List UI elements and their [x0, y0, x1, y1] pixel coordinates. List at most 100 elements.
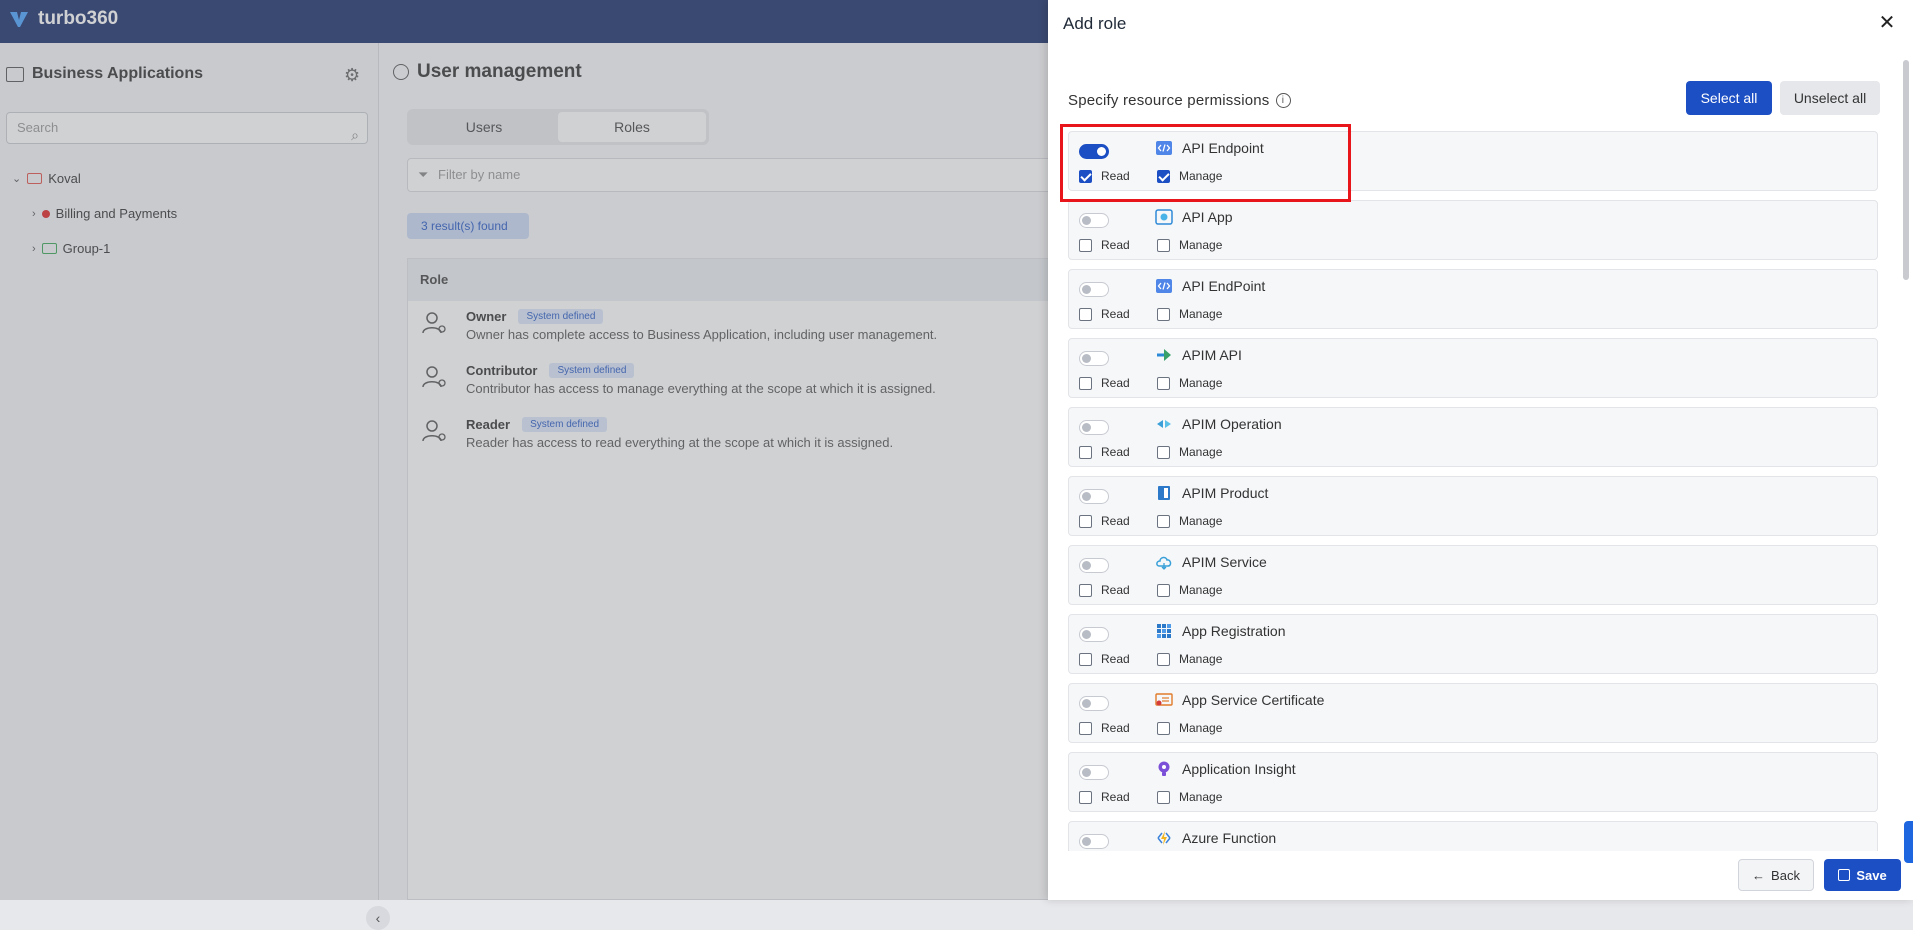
api-icon — [1156, 141, 1172, 155]
read-checkbox[interactable] — [1079, 308, 1092, 321]
read-label: Read — [1101, 583, 1130, 597]
manage-checkbox[interactable] — [1157, 446, 1170, 459]
read-checkbox[interactable] — [1079, 584, 1092, 597]
resource-item: APIM Operation Read Manage — [1068, 407, 1878, 467]
resource-name: App Registration — [1182, 623, 1286, 639]
read-label: Read — [1101, 514, 1130, 528]
resource-name: API EndPoint — [1182, 278, 1266, 294]
resource-toggle[interactable] — [1079, 558, 1109, 573]
resource-name: API App — [1182, 209, 1233, 225]
drawer-title: Add role — [1063, 14, 1127, 33]
resource-item: App Service Certificate Read Manage — [1068, 683, 1878, 743]
select-all-button[interactable]: Select all — [1686, 81, 1772, 115]
resource-name: APIM API — [1182, 347, 1242, 363]
unselect-all-button[interactable]: Unselect all — [1780, 81, 1880, 115]
bulb-icon — [1158, 761, 1170, 776]
apim-operation-icon — [1157, 420, 1171, 428]
manage-label: Manage — [1179, 307, 1223, 321]
arrow-left-icon: ← — [1752, 867, 1766, 883]
resource-item: Application Insight Read Manage — [1068, 752, 1878, 812]
api-icon — [1156, 279, 1172, 293]
toggle-knob — [1082, 837, 1091, 846]
resource-name: App Service Certificate — [1182, 692, 1325, 708]
read-label: Read — [1101, 445, 1130, 459]
manage-checkbox[interactable] — [1157, 722, 1170, 735]
read-checkbox[interactable] — [1079, 653, 1092, 666]
manage-checkbox[interactable] — [1157, 377, 1170, 390]
read-checkbox[interactable] — [1079, 515, 1092, 528]
manage-checkbox[interactable] — [1157, 653, 1170, 666]
permissions-label-text: Specify resource permissions — [1068, 92, 1270, 109]
resource-toggle[interactable] — [1079, 834, 1109, 849]
cloud-icon — [1156, 556, 1172, 570]
manage-label: Manage — [1179, 652, 1223, 666]
resource-name: APIM Service — [1182, 554, 1267, 570]
manage-checkbox[interactable] — [1157, 515, 1170, 528]
back-button[interactable]: ← Back — [1738, 859, 1814, 891]
function-icon — [1157, 831, 1171, 845]
read-label: Read — [1101, 169, 1130, 183]
resource-toggle[interactable] — [1079, 213, 1109, 228]
toggle-knob — [1082, 423, 1091, 432]
read-checkbox[interactable] — [1079, 239, 1092, 252]
resource-toggle[interactable] — [1079, 282, 1109, 297]
read-checkbox[interactable] — [1079, 446, 1092, 459]
read-checkbox[interactable] — [1079, 377, 1092, 390]
resource-item: API EndPoint Read Manage — [1068, 269, 1878, 329]
toggle-knob — [1082, 768, 1091, 777]
toggle-knob — [1082, 492, 1091, 501]
manage-checkbox[interactable] — [1157, 584, 1170, 597]
resource-item: APIM Service Read Manage — [1068, 545, 1878, 605]
grid-icon — [1157, 624, 1171, 638]
apim-api-icon — [1157, 349, 1171, 361]
toggle-knob — [1082, 216, 1091, 225]
permissions-label: Specify resource permissions i — [1068, 92, 1291, 109]
read-label: Read — [1101, 238, 1130, 252]
resource-toggle[interactable] — [1079, 420, 1109, 435]
save-button[interactable]: Save — [1824, 859, 1901, 891]
manage-checkbox[interactable] — [1157, 308, 1170, 321]
manage-checkbox[interactable] — [1157, 791, 1170, 804]
read-label: Read — [1101, 307, 1130, 321]
resource-toggle[interactable] — [1079, 351, 1109, 366]
manage-checkbox[interactable] — [1157, 239, 1170, 252]
read-checkbox[interactable] — [1079, 722, 1092, 735]
resource-toggle[interactable] — [1079, 144, 1109, 159]
resource-item: App Registration Read Manage — [1068, 614, 1878, 674]
toggle-knob — [1082, 354, 1091, 363]
read-label: Read — [1101, 376, 1130, 390]
toggle-knob — [1082, 285, 1091, 294]
close-icon[interactable]: ✕ — [1876, 12, 1898, 34]
resource-permission-list: API Endpoint Read Manage API App Read Manage A… — [1068, 131, 1878, 851]
collapse-panel-button[interactable]: ‹ — [366, 906, 390, 930]
resource-toggle[interactable] — [1079, 765, 1109, 780]
resource-item: Azure FunctionReadManage — [1068, 821, 1878, 851]
toggle-knob — [1082, 699, 1091, 708]
read-label: Read — [1101, 790, 1130, 804]
api-app-icon — [1155, 209, 1173, 225]
manage-label: Manage — [1179, 583, 1223, 597]
manage-label: Manage — [1179, 445, 1223, 459]
scrollbar[interactable] — [1903, 60, 1909, 280]
read-label: Read — [1101, 721, 1130, 735]
modal-overlay[interactable] — [0, 0, 1048, 900]
back-label: Back — [1771, 867, 1800, 883]
resource-name: Azure Function — [1182, 830, 1277, 846]
resource-name: APIM Operation — [1182, 416, 1282, 432]
toggle-knob — [1082, 561, 1091, 570]
manage-checkbox[interactable] — [1157, 170, 1170, 183]
add-role-drawer: Add role ✕ Specify resource permissions … — [1048, 0, 1913, 900]
resource-name: API Endpoint — [1182, 140, 1264, 156]
manage-label: Manage — [1179, 790, 1223, 804]
resource-item: APIM Product Read Manage — [1068, 476, 1878, 536]
resource-item: API Endpoint Read Manage — [1068, 131, 1878, 191]
read-checkbox[interactable] — [1079, 791, 1092, 804]
info-icon[interactable]: i — [1275, 93, 1291, 108]
side-tab-handle[interactable] — [1904, 821, 1913, 863]
resource-toggle[interactable] — [1079, 627, 1109, 642]
read-checkbox[interactable] — [1079, 170, 1092, 183]
manage-label: Manage — [1179, 169, 1223, 183]
resource-toggle[interactable] — [1079, 489, 1109, 504]
resource-toggle[interactable] — [1079, 696, 1109, 711]
manage-label: Manage — [1179, 238, 1223, 252]
